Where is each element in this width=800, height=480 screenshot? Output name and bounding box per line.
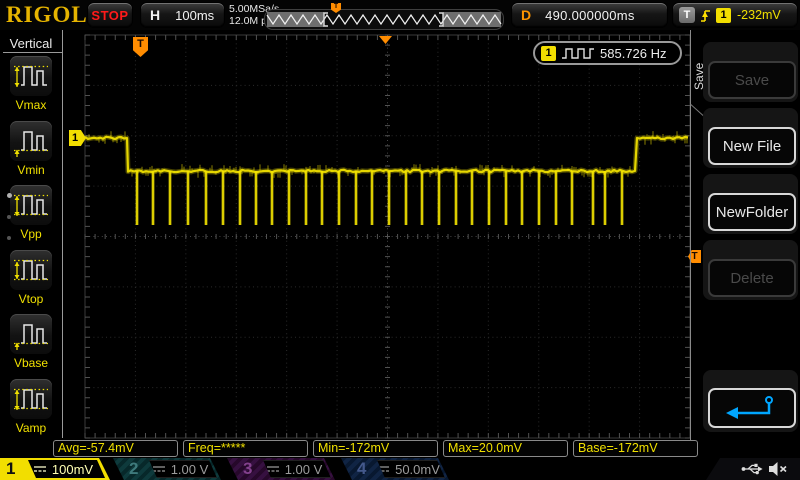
graticule-and-waveform bbox=[83, 34, 691, 439]
dc-coupling-icon bbox=[266, 466, 279, 472]
vmax-measure-icon bbox=[14, 65, 48, 87]
left-menu-title: Vertical bbox=[9, 36, 53, 51]
menu-item-vbase[interactable] bbox=[10, 314, 52, 355]
page-indicator-dot bbox=[7, 215, 11, 219]
measurement-avg: Avg=-57.4mV bbox=[53, 440, 178, 457]
channel-number: 2 bbox=[129, 459, 139, 478]
return-button[interactable] bbox=[708, 388, 796, 428]
channel-1-tab[interactable]: 1 100mV bbox=[0, 458, 110, 480]
save-button[interactable]: Save bbox=[708, 61, 796, 99]
horizontal-timebase-readout: H 100ms bbox=[141, 3, 224, 27]
channel-number: 3 bbox=[243, 459, 253, 478]
left-menu-separator bbox=[62, 30, 63, 438]
channel-status-bar: 1 100mV 2 1.00 V 3 1.00 V 4 50.0mV bbox=[0, 457, 800, 480]
return-arrow-icon bbox=[726, 396, 773, 419]
memory-wave-icon bbox=[266, 12, 502, 27]
counter-value: 585.726 Hz bbox=[600, 45, 667, 61]
run-state-label: STOP bbox=[91, 7, 129, 23]
delay-value: 490.000000ms bbox=[545, 7, 635, 23]
dc-coupling-icon bbox=[33, 466, 46, 472]
channel-4-tab[interactable]: 4 50.0mV bbox=[341, 458, 449, 480]
menu-item-vmax[interactable] bbox=[10, 56, 52, 96]
horizontal-label: H bbox=[150, 7, 161, 23]
channel-2-tab[interactable]: 2 1.00 V bbox=[113, 458, 221, 480]
page-indicator-dot bbox=[7, 236, 11, 240]
memory-position-preview: T bbox=[265, 3, 503, 29]
trigger-level-value: -232mV bbox=[737, 8, 781, 22]
left-menu-divider bbox=[3, 52, 62, 53]
measurement-min: Min=-172mV bbox=[313, 440, 438, 457]
save-slot: Save bbox=[703, 42, 798, 102]
vpp-measure-icon bbox=[14, 195, 48, 217]
menu-item-label: Vmin bbox=[17, 162, 45, 177]
trigger-source-chip: 1 bbox=[716, 7, 731, 23]
counter-channel-chip: 1 bbox=[541, 45, 556, 61]
new-file-slot: New File bbox=[703, 108, 798, 168]
oscilloscope-screen: RIGOL STOP H 100ms 5.00MSa/s 12.0M pts T… bbox=[0, 0, 800, 480]
menu-item-label: Vtop bbox=[18, 291, 44, 306]
trigger-label-chip: T bbox=[679, 7, 695, 23]
usb-icon bbox=[741, 463, 763, 475]
brand-logo: RIGOL bbox=[6, 2, 88, 27]
channel-scale: 100mV bbox=[51, 461, 94, 477]
menu-item-vpp[interactable] bbox=[10, 185, 52, 226]
channel-number: 4 bbox=[357, 459, 367, 478]
timebase-value: 100ms bbox=[175, 7, 215, 23]
delay-readout: D 490.000000ms bbox=[512, 3, 667, 27]
measurement-freq: Freq=***** bbox=[183, 440, 308, 457]
delete-slot: Delete bbox=[703, 240, 798, 300]
menu-item-label: Vbase bbox=[13, 356, 49, 371]
delete-button[interactable]: Delete bbox=[708, 259, 796, 297]
rising-edge-icon bbox=[701, 9, 710, 22]
vmin-measure-icon bbox=[14, 130, 48, 157]
menu-item-vamp[interactable] bbox=[10, 379, 52, 419]
channel-3-tab[interactable]: 3 1.00 V bbox=[227, 458, 335, 480]
channel-scale: 1.00 V bbox=[170, 461, 209, 477]
measurement-base: Base=-172mV bbox=[573, 440, 698, 457]
menu-item-label: Vamp bbox=[15, 421, 47, 435]
channel-number: 1 bbox=[6, 459, 16, 478]
new-file-button[interactable]: New File bbox=[708, 127, 796, 165]
menu-item-vtop[interactable] bbox=[10, 249, 52, 290]
delay-label: D bbox=[521, 7, 532, 23]
newfolder-button[interactable]: NewFolder bbox=[708, 193, 796, 231]
vbase-measure-icon bbox=[14, 324, 48, 351]
top-bar: RIGOL STOP H 100ms 5.00MSa/s 12.0M pts T… bbox=[0, 0, 800, 30]
channel-scale: 50.0mV bbox=[395, 461, 440, 477]
trigger-readout: T 1 -232mV bbox=[673, 3, 797, 27]
newfolder-slot: NewFolder bbox=[703, 174, 798, 234]
dc-coupling-icon bbox=[152, 466, 165, 472]
run-state-indicator: STOP bbox=[88, 3, 132, 27]
frequency-counter: 1 585.726 Hz bbox=[533, 41, 682, 65]
page-indicator-dot bbox=[7, 193, 12, 198]
square-wave-icon bbox=[562, 47, 594, 59]
measurement-max: Max=20.0mV bbox=[443, 440, 568, 457]
right-menu-separator bbox=[690, 30, 691, 457]
vtop-measure-icon bbox=[14, 259, 48, 280]
menu-item-label: Vmax bbox=[15, 98, 47, 112]
dc-coupling-icon bbox=[377, 466, 390, 472]
channel-scale: 1.00 V bbox=[284, 461, 323, 477]
return-slot bbox=[703, 370, 798, 432]
menu-item-vmin[interactable] bbox=[10, 120, 52, 161]
vamp-measure-icon bbox=[14, 388, 48, 410]
speaker-muted-icon bbox=[769, 462, 787, 476]
